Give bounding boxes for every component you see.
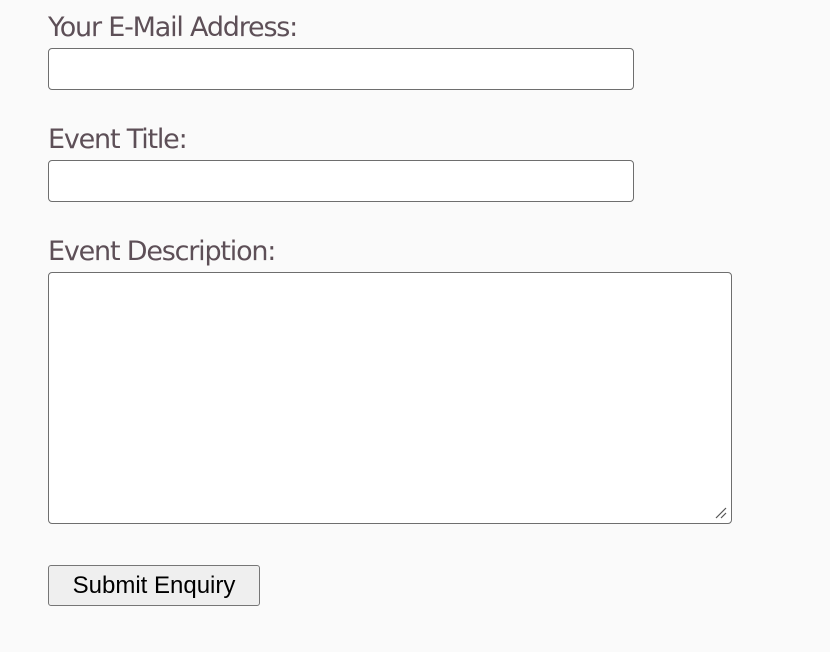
email-label: Your E-Mail Address: (48, 12, 298, 43)
event-title-field[interactable] (48, 160, 634, 202)
event-description-textarea[interactable] (48, 272, 732, 524)
submit-enquiry-button[interactable]: Submit Enquiry (48, 565, 260, 606)
email-field[interactable] (48, 48, 634, 90)
resize-handle-icon[interactable] (712, 504, 728, 520)
event-title-label: Event Title: (48, 124, 188, 155)
event-description-label: Event Description: (48, 236, 276, 267)
